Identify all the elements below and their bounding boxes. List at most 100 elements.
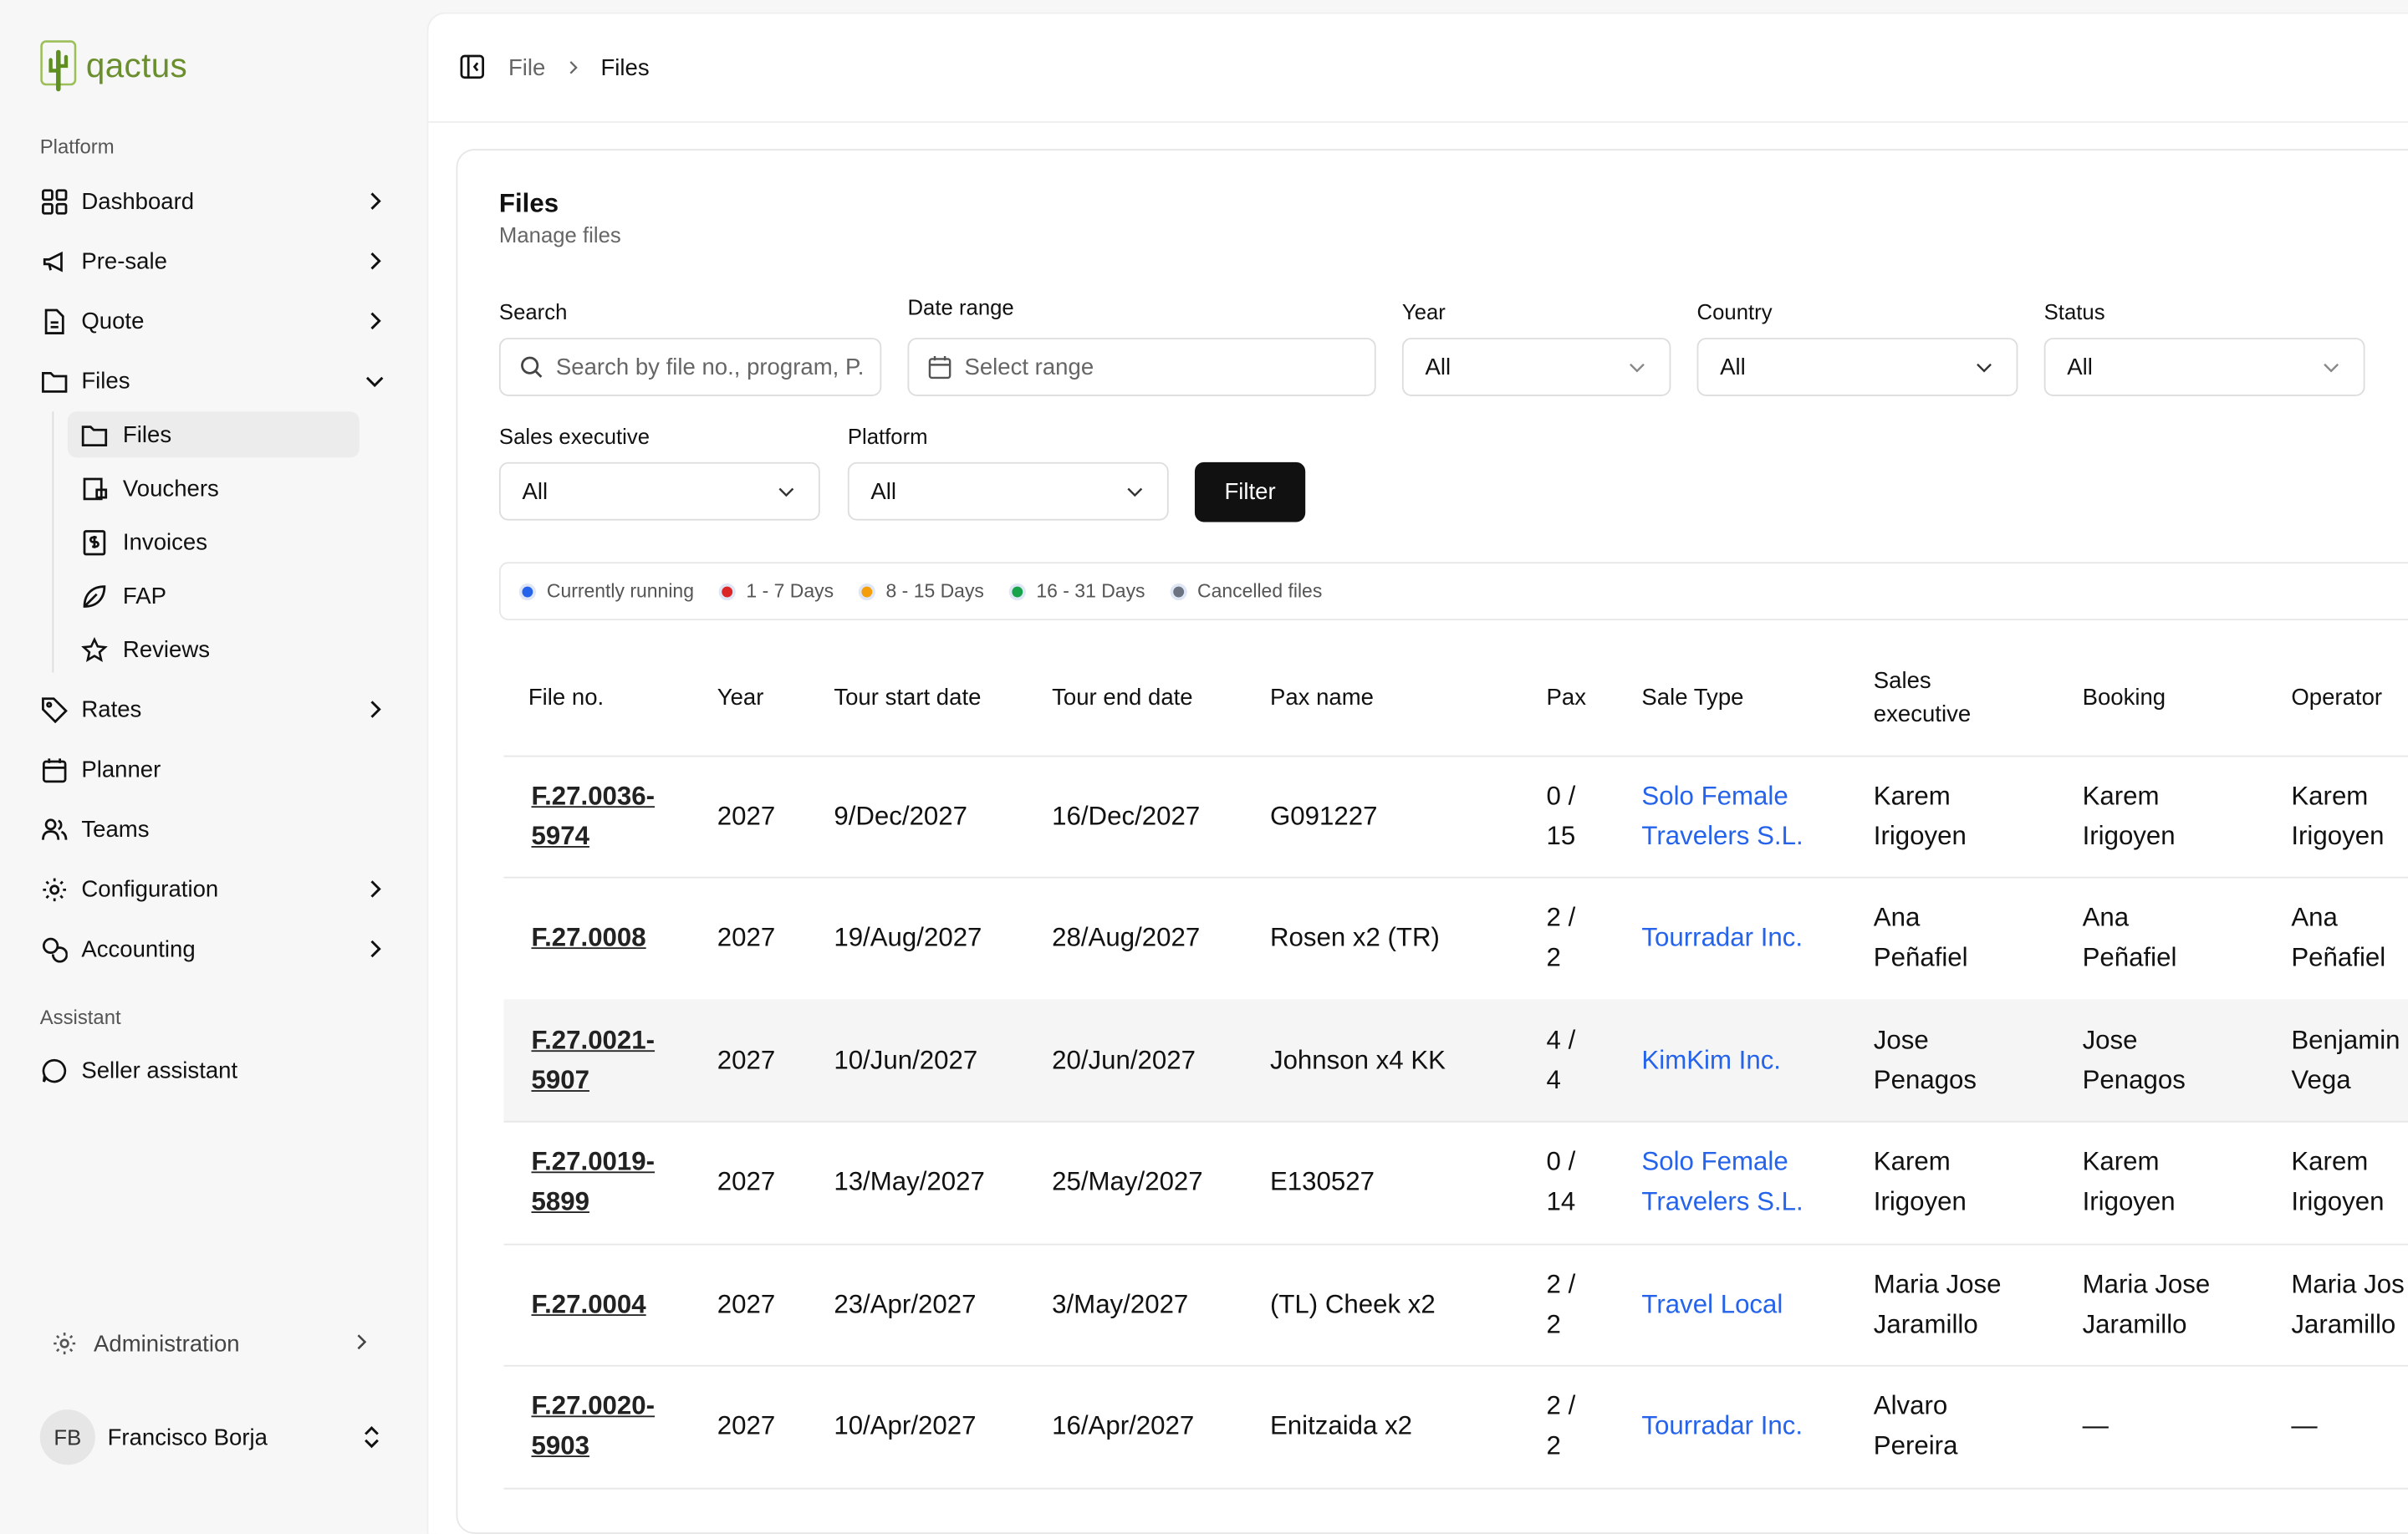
country-label: Country	[1696, 299, 1773, 324]
sidebar-toggle-icon[interactable]	[459, 54, 487, 81]
sidebar-item-configuration[interactable]: Configuration	[40, 868, 387, 910]
sidebar-subitem-vouchers[interactable]: Vouchers	[68, 466, 360, 512]
col-header-operator[interactable]: Operator	[2291, 642, 2382, 756]
sidebar-item-dashboard[interactable]: Dashboard	[40, 180, 387, 222]
sale-type-link-text[interactable]: Solo Female Travelers S.L.	[1641, 1143, 1803, 1223]
file-number-link-text[interactable]: F.27.0004	[531, 1284, 645, 1324]
col-header-pax-name[interactable]: Pax name	[1270, 642, 1374, 756]
assistant-section-label: Assistant	[39, 1006, 121, 1029]
breadcrumb-parent[interactable]: File	[508, 54, 545, 80]
cell-line: F.27.0019-	[531, 1147, 656, 1176]
legend-item-1-7-days: 1 - 7 Days	[718, 580, 834, 602]
sale-type-link[interactable]: Travel Local	[1641, 1244, 1783, 1365]
sale-type-link[interactable]: KimKim Inc.	[1641, 1000, 1781, 1121]
col-header-tour-start[interactable]: Tour start date	[834, 642, 981, 756]
chevron-right-icon	[362, 697, 386, 721]
cell-line: Jaramillo	[1873, 1308, 1978, 1338]
user-menu[interactable]: FB Francisco Borja	[39, 1409, 390, 1465]
pax-cell-text: 2 /2	[1547, 1387, 1576, 1467]
sidebar-subitem-fap[interactable]: FAP	[68, 573, 360, 619]
table-row[interactable]: F.27.0008 2027 19/Aug/2027 28/Aug/2027 Rosen…	[503, 878, 2408, 1001]
sidebar-subitem-label: Vouchers	[122, 475, 219, 502]
user-name: Francisco Borja	[107, 1424, 268, 1450]
country-select[interactable]: All	[1696, 338, 2018, 396]
col-header-sale-type[interactable]: Sale Type	[1641, 642, 1743, 756]
file-number-link[interactable]: F.27.0004	[531, 1244, 645, 1365]
file-number-link-text[interactable]: F.27.0019- 5899	[531, 1143, 655, 1223]
chevrons-up-down-icon	[360, 1424, 384, 1459]
year-select[interactable]: All	[1401, 338, 1671, 396]
date-range-picker[interactable]: Select range	[907, 338, 1376, 396]
calendar-icon	[40, 756, 68, 783]
file-number-link-text[interactable]: F.27.0020- 5903	[531, 1387, 655, 1467]
sidebar-item-quote[interactable]: Quote	[40, 299, 387, 342]
file-number-link[interactable]: F.27.0008	[531, 878, 645, 999]
pax-cell: 2 /2	[1547, 1366, 1576, 1487]
table-row[interactable]: F.27.0004 2027 23/Apr/2027 3/May/2027 (TL) C…	[503, 1244, 2408, 1367]
table-row[interactable]: F.27.0020- 5903 2027 10/Apr/2027 16/Apr/2027…	[503, 1366, 2408, 1489]
cell-line: 15	[1546, 820, 1576, 850]
legend-label: 16 - 31 Days	[1036, 580, 1145, 602]
sidebar-item-files[interactable]: Files	[40, 359, 387, 402]
year-cell-text: 2027	[717, 1162, 775, 1202]
status-select[interactable]: All	[2043, 338, 2365, 396]
sale-type-link-text[interactable]: Tourradar Inc.	[1641, 1406, 1803, 1446]
page-subtitle: Manage files	[498, 222, 621, 247]
search-placeholder: Search by file no., program, P.	[555, 354, 865, 380]
file-number-link-text[interactable]: F.27.0008	[531, 918, 645, 958]
sidebar-item-accounting[interactable]: Accounting	[40, 927, 387, 970]
sidebar-item-seller-assistant[interactable]: Seller assistant	[40, 1048, 387, 1091]
cell-line: 16/Apr/2027	[1052, 1410, 1195, 1440]
sales-executive-select[interactable]: All	[498, 461, 820, 521]
sale-type-link-text[interactable]: Travel Local	[1641, 1284, 1783, 1324]
file-number-link[interactable]: F.27.0021- 5907	[531, 1000, 655, 1121]
sidebar-subitem-label: Invoices	[122, 528, 208, 555]
col-header-booking[interactable]: Booking	[2083, 642, 2166, 756]
sidebar-subitem-invoices[interactable]: Invoices	[68, 519, 360, 565]
sale-type-link-text[interactable]: Tourradar Inc.	[1641, 918, 1803, 958]
administration-button[interactable]: Administration	[52, 1323, 375, 1363]
year-cell: 2027	[717, 878, 775, 999]
file-number-link[interactable]: F.27.0019- 5899	[531, 1122, 655, 1243]
megaphone-icon	[40, 247, 68, 275]
file-number-link[interactable]: F.27.0036- 5974	[531, 756, 655, 877]
cell-line: Penagos	[2082, 1064, 2186, 1094]
sale-type-link-text[interactable]: Solo Female Travelers S.L.	[1641, 776, 1803, 856]
sale-type-link[interactable]: Solo Female Travelers S.L.	[1641, 1122, 1803, 1243]
tour-end-cell-text: 16/Dec/2027	[1052, 796, 1200, 836]
sidebar-subitem-label: FAP	[122, 583, 167, 609]
table-row[interactable]: F.27.0019- 5899 2027 13/May/2027 25/May/2027…	[503, 1122, 2408, 1245]
filter-button[interactable]: Filter	[1194, 461, 1306, 522]
invoice-icon	[81, 529, 107, 555]
sidebar-item-rates[interactable]: Rates	[40, 688, 387, 731]
sale-type-link[interactable]: Solo Female Travelers S.L.	[1641, 756, 1803, 877]
col-header-year[interactable]: Year	[717, 642, 764, 756]
file-number-link-text[interactable]: F.27.0036- 5974	[531, 776, 655, 856]
cell-line: 2	[1546, 942, 1561, 972]
search-input[interactable]: Search by file no., program, P.	[498, 338, 882, 396]
col-header-tour-end[interactable]: Tour end date	[1052, 642, 1193, 756]
col-header-sales-executive[interactable]: Sales executive	[1874, 642, 1971, 756]
platform-select[interactable]: All	[847, 461, 1169, 521]
sale-type-link[interactable]: Tourradar Inc.	[1641, 1366, 1803, 1487]
sidebar-subitem-reviews[interactable]: Reviews	[68, 626, 360, 672]
file-number-link[interactable]: F.27.0020- 5903	[531, 1366, 655, 1487]
file-number-link-text[interactable]: F.27.0021- 5907	[531, 1020, 655, 1100]
tour-end-cell: 3/May/2027	[1052, 1244, 1188, 1365]
chevron-right-icon	[362, 308, 386, 333]
table-row[interactable]: F.27.0036- 5974 2027 9/Dec/2027 16/Dec/2027 G…	[503, 756, 2408, 879]
cell-line: Rosen x2 (TR)	[1269, 922, 1440, 952]
logo[interactable]: qactus	[40, 40, 187, 92]
pax-name-cell: (TL) Cheek x2	[1270, 1244, 1436, 1365]
operator-cell-text: —	[2291, 1406, 2317, 1446]
table-row[interactable]: F.27.0021- 5907 2027 10/Jun/2027 20/Jun/2027…	[503, 999, 2408, 1123]
col-header-file-no[interactable]: File no.	[528, 642, 604, 756]
sidebar-item-planner[interactable]: Planner	[40, 747, 387, 790]
sale-type-link-text[interactable]: KimKim Inc.	[1641, 1040, 1781, 1080]
sale-type-link[interactable]: Tourradar Inc.	[1641, 878, 1803, 999]
sidebar-item-teams[interactable]: Teams	[40, 808, 387, 850]
sidebar-subitem-files[interactable]: Files	[67, 411, 360, 458]
col-header-pax[interactable]: Pax	[1547, 642, 1586, 756]
sidebar-item-pre-sale[interactable]: Pre-sale	[40, 240, 387, 283]
avatar: FB	[39, 1409, 95, 1465]
